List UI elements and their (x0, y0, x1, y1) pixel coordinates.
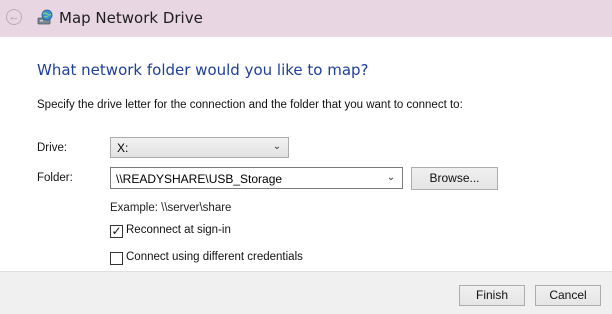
back-arrow-icon[interactable]: ← (6, 9, 22, 25)
chevron-down-icon: ⌄ (272, 141, 282, 152)
checkmark-icon: ✓ (111, 224, 122, 238)
chevron-down-icon[interactable]: ⌄ (386, 172, 396, 184)
drive-select-value: X: (117, 141, 129, 155)
example-text: Example: \\server\share (110, 202, 232, 214)
page-heading: What network folder would you like to ma… (37, 61, 369, 79)
reconnect-label[interactable]: Reconnect at sign-in (126, 224, 231, 236)
drive-label: Drive: (37, 142, 68, 154)
reconnect-checkbox[interactable]: ✓ (110, 224, 123, 238)
credentials-label[interactable]: Connect using different credentials (126, 251, 303, 263)
cancel-button[interactable]: Cancel (535, 285, 601, 306)
credentials-checkbox[interactable] (110, 252, 123, 265)
network-drive-icon (37, 9, 53, 25)
folder-input-value: \\READYSHARE\USB_Storage (116, 172, 283, 186)
finish-button[interactable]: Finish (459, 285, 525, 306)
window-title: Map Network Drive (59, 9, 203, 27)
browse-button[interactable]: Browse... (411, 167, 498, 190)
instruction-text: Specify the drive letter for the connect… (37, 99, 463, 111)
title-bar: ← Map Network Drive (0, 0, 612, 37)
folder-combobox[interactable]: \\READYSHARE\USB_Storage ⌄ (110, 167, 403, 189)
folder-label: Folder: (37, 172, 73, 184)
drive-select[interactable]: X: ⌄ (110, 137, 289, 158)
